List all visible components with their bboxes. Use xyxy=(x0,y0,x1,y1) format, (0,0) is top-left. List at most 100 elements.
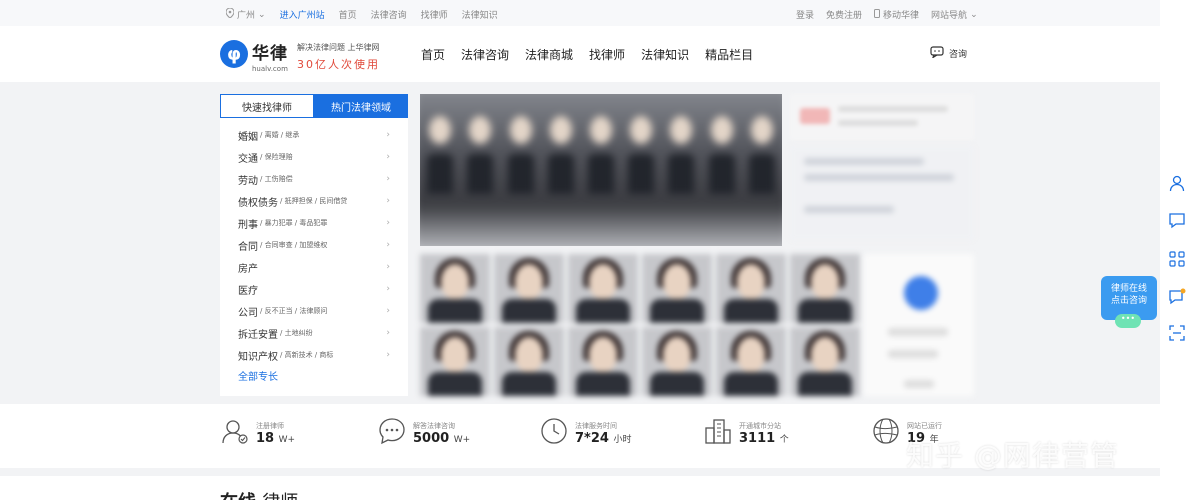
nav-item-knowledge[interactable]: 法律知识 xyxy=(641,46,689,63)
logo-glyph: φ xyxy=(226,43,242,65)
chat-notify-icon[interactable] xyxy=(1168,288,1186,306)
brand[interactable]: 华律 hualv.com xyxy=(252,39,288,73)
category-main: 合同 xyxy=(238,241,258,253)
stat-label: 解答法律咨询 xyxy=(413,421,455,430)
category-main: 债权债务 xyxy=(238,197,278,209)
lawyer-photo[interactable] xyxy=(716,327,786,396)
stat-item: 开通城市分站 3111 个 xyxy=(703,416,789,450)
category-sub: / 抵押担保 / 民间借贷 xyxy=(280,197,348,205)
lawyer-photo[interactable] xyxy=(494,327,564,396)
lawyer-photo[interactable] xyxy=(790,254,860,323)
login-link[interactable]: 登录 xyxy=(796,8,814,21)
stat-unit: W+ xyxy=(278,434,296,445)
category-item[interactable]: 房产 › xyxy=(220,256,408,278)
chevron-right-icon: › xyxy=(386,350,390,360)
tab-quick-find[interactable]: 快速找律师 xyxy=(220,94,314,118)
chevron-right-icon: › xyxy=(386,218,390,228)
chevron-right-icon: › xyxy=(386,152,390,162)
lawyer-photo[interactable] xyxy=(568,327,638,396)
knowledge-link[interactable]: 法律知识 xyxy=(462,8,498,21)
city-icon xyxy=(703,416,733,450)
category-sub: / 工伤赔偿 xyxy=(260,175,293,183)
stat-label: 注册律师 xyxy=(256,421,284,430)
consult-button[interactable]: 咨询 xyxy=(930,46,967,61)
top-bar: 广州 ⌄ 进入广州站 首页 法律咨询 找律师 法律知识 登录 免费注册 移动华律… xyxy=(0,0,1194,26)
banner-image[interactable] xyxy=(420,94,782,246)
scan-icon[interactable] xyxy=(1168,324,1186,342)
register-link[interactable]: 免费注册 xyxy=(826,8,862,21)
category-item[interactable]: 合同 / 合同审查 / 加盟维权 › xyxy=(220,234,408,256)
category-item[interactable]: 拆迁安置 / 土地纠纷 › xyxy=(220,322,408,344)
stat-label: 法律服务时间 xyxy=(575,421,617,430)
city-selector[interactable]: 广州 ⌄ xyxy=(225,7,266,21)
stat-unit: 小时 xyxy=(613,434,632,445)
lawyer-photo[interactable] xyxy=(420,254,490,323)
nav-item-home[interactable]: 首页 xyxy=(421,46,445,63)
site-nav-link[interactable]: 网站导航 ⌄ xyxy=(931,8,978,22)
category-item[interactable]: 婚姻 / 离婚 / 继承 › xyxy=(220,124,408,146)
category-item[interactable]: 刑事 / 暴力犯罪 / 毒品犯罪 › xyxy=(220,212,408,234)
watermark: 知乎 @网律营管 xyxy=(906,439,1119,472)
tab-hot-areas[interactable]: 热门法律领域 xyxy=(314,94,408,118)
nav-item-find-lawyer[interactable]: 找律师 xyxy=(589,46,625,63)
chevron-right-icon: › xyxy=(386,174,390,184)
category-main: 公司 xyxy=(238,307,258,319)
lawyer-photo[interactable] xyxy=(494,254,564,323)
all-specialties-link[interactable]: 全部专长 xyxy=(220,368,408,383)
category-list: 婚姻 / 离婚 / 继承 › 交通 / 保险理赔 › 劳动 / 工伤赔偿 › 债权债务 / 抵押担保… xyxy=(220,118,408,366)
category-item[interactable]: 公司 / 反不正当 / 法律顾问 › xyxy=(220,300,408,322)
enter-city-link[interactable]: 进入广州站 xyxy=(280,8,325,21)
header: φ 华律 hualv.com 解决法律问题 上华律网 30亿人次使用 首页 法律… xyxy=(0,26,1160,82)
stat-label: 开通城市分站 xyxy=(739,421,781,430)
stat-item: 注册律师 18 W+ xyxy=(220,416,295,450)
category-item[interactable]: 知识产权 / 高新技术 / 商标 › xyxy=(220,344,408,366)
promo-card[interactable] xyxy=(790,94,974,140)
globe-icon xyxy=(871,416,901,450)
consult-link[interactable]: 法律咨询 xyxy=(371,8,407,21)
find-lawyer-link[interactable]: 找律师 xyxy=(421,8,448,21)
lawyer-photo[interactable] xyxy=(642,327,712,396)
lawyer-photo[interactable] xyxy=(716,254,786,323)
logo[interactable]: φ xyxy=(220,40,248,68)
category-sub: / 保险理赔 xyxy=(260,153,293,161)
chevron-right-icon: › xyxy=(386,196,390,206)
section-title: 在线 律师 xyxy=(220,488,298,500)
category-item[interactable]: 交通 / 保险理赔 › xyxy=(220,146,408,168)
category-sub: / 反不正当 / 法律顾问 xyxy=(260,307,328,315)
category-item[interactable]: 劳动 / 工伤赔偿 › xyxy=(220,168,408,190)
main-nav: 首页 法律咨询 法律商城 找律师 法律知识 精品栏目 xyxy=(421,46,753,63)
chevron-right-icon: › xyxy=(386,262,390,272)
lawyer-photo[interactable] xyxy=(420,327,490,396)
lawyer-photo[interactable] xyxy=(790,327,860,396)
lawyer-photo[interactable] xyxy=(642,254,712,323)
nav-item-featured[interactable]: 精品栏目 xyxy=(705,46,753,63)
category-sub: / 离婚 / 继承 xyxy=(260,131,300,139)
mobile-label: 移动华律 xyxy=(883,11,920,21)
chat-bubble-icon xyxy=(930,46,944,61)
chevron-right-icon: › xyxy=(386,284,390,294)
mobile-link[interactable]: 移动华律 xyxy=(874,8,919,21)
nav-item-consult[interactable]: 法律咨询 xyxy=(461,46,509,63)
online-consult-bubble[interactable]: 律师在线 点击咨询 ••• xyxy=(1101,276,1157,328)
lawyer-icon xyxy=(220,416,250,450)
category-main: 房产 xyxy=(238,263,258,275)
promo-card[interactable] xyxy=(864,254,974,396)
slogan: 解决法律问题 上华律网 30亿人次使用 xyxy=(297,42,380,72)
category-main: 婚姻 xyxy=(238,131,258,143)
nav-item-mall[interactable]: 法律商城 xyxy=(525,46,573,63)
location-icon xyxy=(225,7,235,21)
user-icon[interactable] xyxy=(1168,174,1186,192)
lawyer-photo[interactable] xyxy=(568,254,638,323)
chevron-down-icon: ⌄ xyxy=(970,9,978,20)
stat-label: 网站已运行 xyxy=(907,421,942,430)
promo-card[interactable] xyxy=(790,146,974,240)
apps-icon[interactable] xyxy=(1168,250,1186,268)
slogan-line2: 30亿人次使用 xyxy=(297,58,380,71)
category-sub: / 高新技术 / 商标 xyxy=(280,351,334,359)
category-main: 拆迁安置 xyxy=(238,329,278,341)
message-icon[interactable] xyxy=(1168,212,1186,230)
home-link[interactable]: 首页 xyxy=(339,8,357,21)
category-item[interactable]: 债权债务 / 抵押担保 / 民间借贷 › xyxy=(220,190,408,212)
category-item[interactable]: 医疗 › xyxy=(220,278,408,300)
brand-domain: hualv.com xyxy=(252,65,288,73)
